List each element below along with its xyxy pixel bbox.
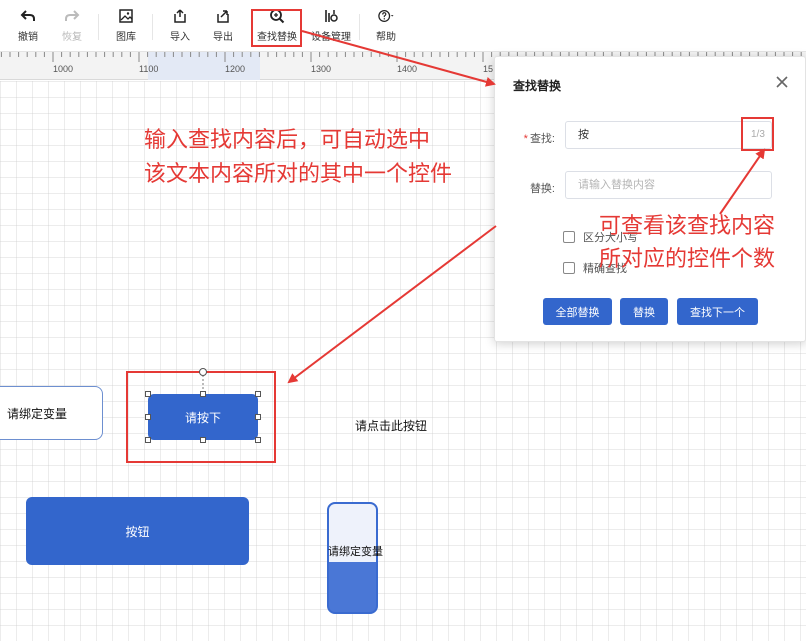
exact-match-checkbox[interactable]	[563, 262, 575, 274]
variable-widget[interactable]: 请绑定变量	[0, 386, 103, 440]
ruler-label: 1200	[225, 64, 246, 74]
selected-button-widget[interactable]: 请按下	[148, 394, 258, 440]
resize-handle[interactable]	[145, 391, 151, 397]
gallery-label: 图库	[116, 32, 136, 43]
find-replace-dialog: 查找替换 * 查找: 按 1/3 替换: 请输入替换内容 区分大小写 精确查找 全…	[494, 56, 806, 342]
resize-handle[interactable]	[255, 391, 261, 397]
ruler-label: 1300	[311, 64, 332, 74]
import-icon	[174, 9, 186, 23]
import-label: 导入	[170, 32, 190, 43]
resize-handle[interactable]	[200, 391, 206, 397]
device-manage-button[interactable]: 设备管理	[309, 8, 353, 48]
ruler-label: 1400	[397, 64, 418, 74]
find-label: * 查找:	[523, 133, 555, 145]
redo-label: 恢复	[62, 32, 82, 43]
toolbar-divider	[98, 14, 99, 40]
export-label: 导出	[213, 32, 233, 43]
selected-widget-label: 请按下	[184, 410, 221, 425]
redo-button[interactable]: 恢复	[50, 8, 94, 48]
annotation-right-line2: 所对应的控件个数	[599, 247, 776, 272]
dialog-title: 查找替换	[513, 79, 562, 93]
export-button[interactable]: 导出	[201, 8, 245, 48]
resize-handle[interactable]	[200, 437, 206, 443]
button-widget-label: 按钮	[125, 524, 150, 539]
match-count-highlight	[741, 117, 774, 151]
replace-button[interactable]: 替换	[620, 298, 668, 325]
resize-handle[interactable]	[145, 414, 151, 420]
help-label: 帮助	[376, 32, 396, 43]
button-widget[interactable]: 按钮	[26, 497, 249, 565]
tank-widget-label: 请绑定变量	[328, 546, 383, 558]
replace-label: 替换:	[529, 183, 555, 195]
undo-button[interactable]: 撤销	[6, 8, 50, 48]
ruler-label: 1100	[139, 64, 159, 74]
find-label-text: 查找:	[529, 133, 555, 145]
ruler-label: 1000	[53, 64, 74, 74]
device-icon	[325, 10, 338, 22]
annotation-right-line1: 可查看该查找内容	[599, 214, 776, 239]
gallery-button[interactable]: 图库	[104, 8, 148, 48]
close-icon[interactable]	[773, 73, 791, 91]
replace-input[interactable]: 请输入替换内容	[565, 171, 772, 199]
help-icon	[378, 10, 394, 22]
toolbar-divider	[359, 14, 360, 40]
find-replace-highlight	[251, 9, 302, 47]
replace-all-button[interactable]: 全部替换	[543, 298, 612, 325]
find-next-button[interactable]: 查找下一个	[677, 298, 758, 325]
import-button[interactable]: 导入	[158, 8, 202, 48]
annotation-left-line2: 该文本内容所对的其中一个控件	[144, 162, 453, 187]
text-widget[interactable]: 请点击此按钮	[355, 417, 427, 434]
annotation-left-line1: 输入查找内容后，可自动选中	[144, 128, 431, 153]
undo-label: 撤销	[18, 32, 38, 43]
export-icon	[217, 10, 229, 23]
resize-handle[interactable]	[255, 414, 261, 420]
ruler-label: 15	[483, 64, 494, 74]
case-sensitive-checkbox[interactable]	[563, 231, 575, 243]
redo-icon	[65, 10, 80, 21]
toolbar-divider	[152, 14, 153, 40]
undo-icon	[20, 10, 35, 21]
resize-handle[interactable]	[255, 437, 261, 443]
resize-handle[interactable]	[145, 437, 151, 443]
device-manage-label: 设备管理	[311, 32, 351, 43]
toolbar: 撤销 恢复 图库 导入 导出 查找替换 设备管理 帮助	[0, 0, 806, 52]
image-icon	[119, 9, 133, 23]
variable-widget-label: 请绑定变量	[7, 406, 68, 421]
help-button[interactable]: 帮助	[364, 8, 408, 48]
